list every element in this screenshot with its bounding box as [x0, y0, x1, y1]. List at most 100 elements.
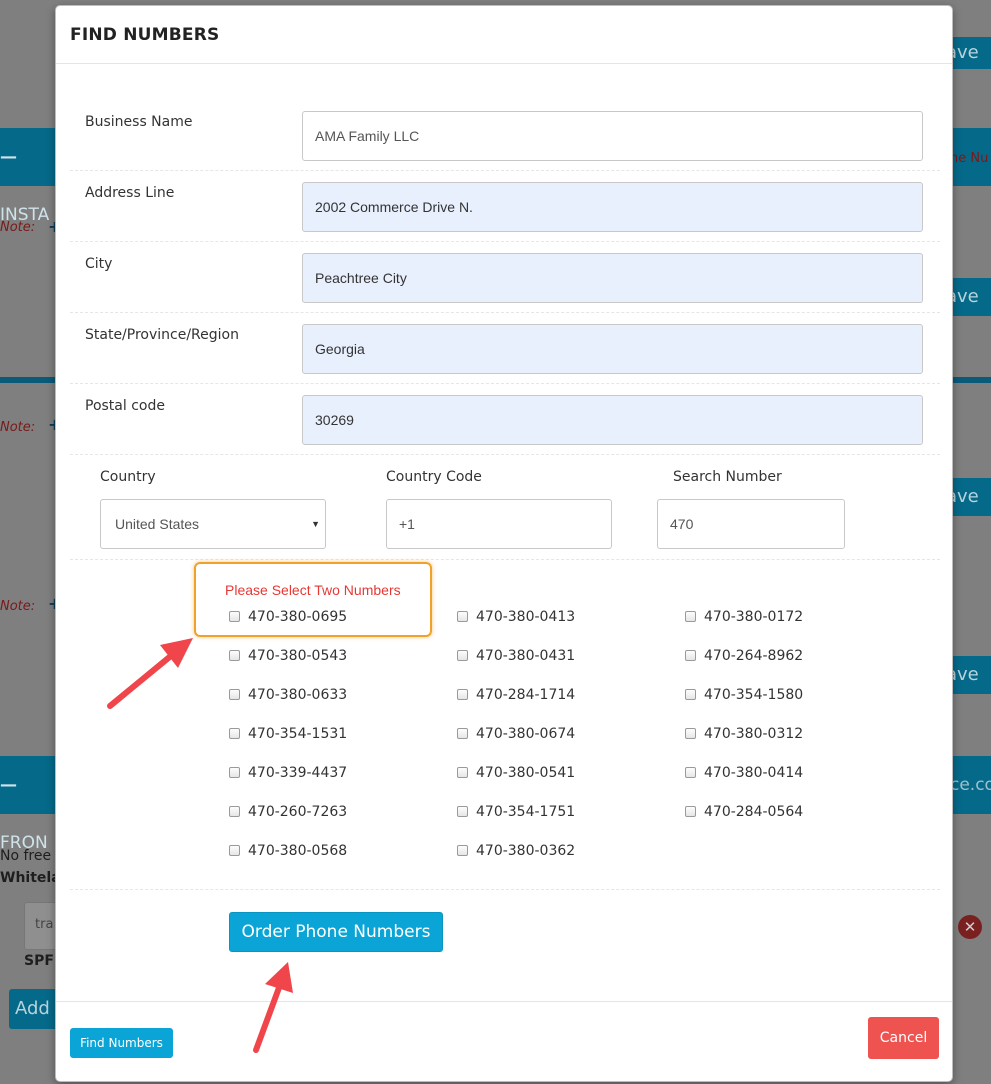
- bg-section-right-text: ce.co: [950, 775, 991, 795]
- checkbox-icon[interactable]: [457, 689, 468, 700]
- phone-number-option[interactable]: 470-354-1751: [457, 802, 575, 822]
- row-divider: [70, 454, 940, 455]
- checkbox-icon[interactable]: [229, 845, 240, 856]
- phone-number-option[interactable]: 470-380-0633: [229, 685, 347, 705]
- modal-title: FIND NUMBERS: [70, 25, 220, 45]
- bg-divider: [950, 377, 991, 383]
- bg-section-bar-install-right: ne Nu: [950, 128, 991, 186]
- checkbox-icon[interactable]: [685, 767, 696, 778]
- search-number-value: 470: [670, 516, 694, 532]
- city-input[interactable]: [302, 253, 923, 303]
- checkbox-icon[interactable]: [457, 806, 468, 817]
- row-divider: [70, 170, 940, 171]
- country-select-value: United States: [115, 516, 200, 532]
- country-code-value: +1: [399, 516, 415, 532]
- checkbox-icon[interactable]: [229, 611, 240, 622]
- checkbox-icon[interactable]: [457, 845, 468, 856]
- row-divider: [70, 241, 940, 242]
- phone-number-label: 470-354-1751: [476, 804, 576, 820]
- chevron-down-icon: ▼: [311, 519, 320, 529]
- phone-number-option[interactable]: 470-354-1531: [229, 724, 347, 744]
- phone-number-option[interactable]: 470-380-0312: [685, 724, 803, 744]
- search-number-label: Search Number: [673, 469, 782, 485]
- checkbox-icon[interactable]: [229, 806, 240, 817]
- phone-number-option[interactable]: 470-354-1580: [685, 685, 803, 705]
- phone-number-label: 470-380-0413: [476, 609, 576, 625]
- row-divider: [70, 559, 940, 560]
- phone-number-label: 470-264-8962: [704, 648, 804, 664]
- cancel-button[interactable]: Cancel: [868, 1017, 939, 1059]
- phone-number-option[interactable]: 470-380-0541: [457, 763, 575, 783]
- collapse-icon: —: [0, 147, 17, 167]
- find-numbers-modal: FIND NUMBERS Business Name Address Line …: [55, 5, 953, 1082]
- city-label: City: [85, 256, 113, 272]
- phone-number-label: 470-354-1580: [704, 687, 804, 703]
- warning-message: Please Select Two Numbers: [225, 582, 401, 598]
- find-numbers-button[interactable]: Find Numbers: [70, 1028, 173, 1058]
- phone-number-option[interactable]: 470-284-0564: [685, 802, 803, 822]
- postal-code-label: Postal code: [85, 398, 165, 414]
- bg-note-3: Note:: [0, 599, 36, 614]
- phone-number-option[interactable]: 470-380-0414: [685, 763, 803, 783]
- country-select[interactable]: United States ▼: [100, 499, 326, 549]
- phone-number-option[interactable]: 470-260-7263: [229, 802, 347, 822]
- phone-number-option[interactable]: 470-339-4437: [229, 763, 347, 783]
- phone-number-option[interactable]: 470-380-0362: [457, 841, 575, 861]
- checkbox-icon[interactable]: [457, 728, 468, 739]
- address-line-label: Address Line: [85, 185, 175, 201]
- phone-number-option[interactable]: 470-380-0172: [685, 607, 803, 627]
- phone-number-option[interactable]: 470-284-1714: [457, 685, 575, 705]
- row-divider: [70, 889, 940, 890]
- phone-number-option[interactable]: 470-380-0695: [229, 607, 347, 627]
- phone-number-option[interactable]: 470-380-0674: [457, 724, 575, 744]
- phone-number-label: 470-380-0543: [248, 648, 348, 664]
- bg-section-bar-front: —FRON: [0, 756, 60, 853]
- bg-text-whitelab: Whitelab: [0, 870, 56, 886]
- checkbox-icon[interactable]: [685, 650, 696, 661]
- phone-number-option[interactable]: 470-380-0431: [457, 646, 575, 666]
- checkbox-icon[interactable]: [229, 728, 240, 739]
- country-label: Country: [100, 469, 156, 485]
- row-divider: [70, 383, 940, 384]
- phone-number-label: 470-260-7263: [248, 804, 348, 820]
- collapse-icon: —: [0, 775, 17, 795]
- phone-number-option[interactable]: 470-264-8962: [685, 646, 803, 666]
- phone-number-label: 470-380-0541: [476, 765, 576, 781]
- phone-number-label: 470-380-0362: [476, 843, 576, 859]
- country-code-input[interactable]: +1: [386, 499, 612, 549]
- checkbox-icon[interactable]: [229, 689, 240, 700]
- phone-number-option[interactable]: 470-380-0413: [457, 607, 575, 627]
- checkbox-icon[interactable]: [457, 650, 468, 661]
- checkbox-icon[interactable]: [457, 611, 468, 622]
- phone-number-label: 470-380-0414: [704, 765, 804, 781]
- country-code-label: Country Code: [386, 469, 482, 485]
- address-line-input[interactable]: [302, 182, 923, 232]
- phone-number-label: 470-284-1714: [476, 687, 576, 703]
- bg-note-1: Note:: [0, 220, 36, 235]
- checkbox-icon[interactable]: [457, 767, 468, 778]
- phone-number-label: 470-354-1531: [248, 726, 348, 742]
- checkbox-icon[interactable]: [229, 767, 240, 778]
- postal-code-input[interactable]: [302, 395, 923, 445]
- row-divider: [70, 312, 940, 313]
- checkbox-icon[interactable]: [685, 806, 696, 817]
- bg-text-no-free: No free e: [0, 848, 56, 864]
- bg-add-label: Add: [15, 998, 50, 1019]
- phone-number-label: 470-380-0633: [248, 687, 348, 703]
- modal-footer-divider: [56, 1001, 952, 1002]
- checkbox-icon[interactable]: [229, 650, 240, 661]
- phone-number-option[interactable]: 470-380-0543: [229, 646, 347, 666]
- bg-note-right: ne Nu: [950, 151, 989, 166]
- checkbox-icon[interactable]: [685, 611, 696, 622]
- business-name-input[interactable]: [302, 111, 923, 161]
- close-circle-icon: ✕: [958, 915, 982, 939]
- state-input[interactable]: [302, 324, 923, 374]
- checkbox-icon[interactable]: [685, 728, 696, 739]
- checkbox-icon[interactable]: [685, 689, 696, 700]
- search-number-input[interactable]: 470: [657, 499, 845, 549]
- phone-number-option[interactable]: 470-380-0568: [229, 841, 347, 861]
- state-label: State/Province/Region: [85, 327, 239, 343]
- bg-note-2: Note:: [0, 420, 36, 435]
- order-phone-numbers-button[interactable]: Order Phone Numbers: [229, 912, 443, 952]
- bg-input-text: tra: [35, 917, 54, 932]
